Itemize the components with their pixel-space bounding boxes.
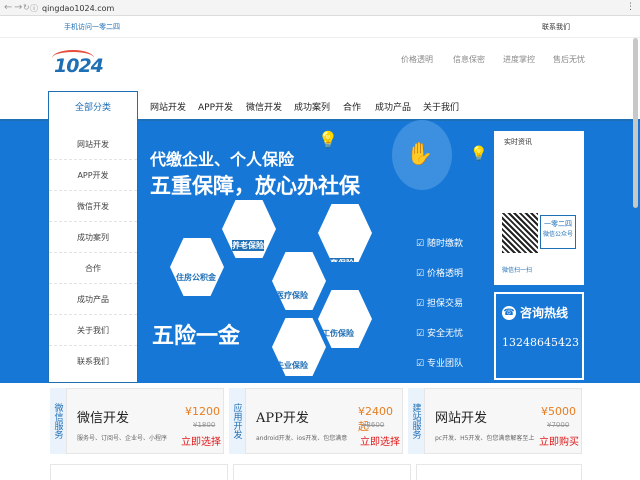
bottom-card-1 [50,464,228,480]
card-old-price: ¥7000 [547,421,570,429]
mobile-link[interactable]: 手机访问一零二四 [64,22,120,32]
logo[interactable]: 1024 [54,55,104,77]
card-subtitle: android开发、ios开发、包您满意 [256,435,348,442]
header-link-progress[interactable]: 进度掌控 [503,54,535,65]
category-item-wechat[interactable]: 微信开发 [49,191,137,222]
category-item-products[interactable]: 成功产品 [49,284,137,315]
card-subtitle: 服务号、订阅号、企业号、小程序 [77,435,168,442]
menu-item-cases[interactable]: 成功案列 [294,100,330,113]
hotline-panel[interactable]: ☎ 咨询热线 13248645423 [494,292,584,380]
category-item-app[interactable]: APP开发 [49,160,137,191]
menu-item-app[interactable]: APP开发 [198,100,233,113]
category-item-cooperation[interactable]: 合作 [49,253,137,284]
card-tag-wechat: 微信服务 [50,388,66,454]
lightbulb-icon-2: 💡 [470,146,488,162]
card-price: ¥2400起 [358,405,393,433]
category-item-contact[interactable]: 联系我们 [49,346,137,377]
check-icon: ☑ [416,269,427,279]
feature-item-3: ☑ 担保交易 [416,299,463,309]
card-buy-button[interactable]: 立即选择 [181,433,221,448]
qr-caption: 微信扫一扫 [502,267,533,274]
service-card-website[interactable]: 网站开发 ¥5000 ¥7000 pc开发、H5开发、包您满意解客至上 立即购买 [424,388,582,454]
all-categories-button[interactable]: 全部分类 [48,91,138,121]
bottom-row [0,462,640,480]
check-icon: ☑ [416,299,427,309]
card-tag-website: 建站服务 [408,388,424,454]
category-item-website[interactable]: 网站开发 [49,129,137,160]
reload-icon[interactable]: ↻ [23,3,30,12]
feature-item-4: ☑ 安全无忧 [416,329,463,339]
category-list: 网站开发 APP开发 微信开发 成功案列 合作 成功产品 关于我们 联系我们 [48,121,138,383]
contact-link[interactable]: 联系我们 [542,22,570,32]
card-tag-app: 应用开发 [229,388,245,454]
qr-code [502,213,538,253]
check-icon: ☑ [416,239,427,249]
menu-item-products[interactable]: 成功产品 [375,100,411,113]
header-link-aftersale[interactable]: 售后无忧 [553,54,585,65]
service-card-app[interactable]: APP开发 ¥2400起 ¥3600 android开发、ios开发、包您满意 … [245,388,403,454]
card-old-price: ¥3600 [362,421,385,429]
bottom-card-2 [233,464,411,480]
card-price: ¥1200 [185,405,220,418]
handshake-icon: ✋ [392,120,452,190]
bottom-card-3 [416,464,582,480]
menu-item-cooperation[interactable]: 合作 [343,100,361,113]
category-item-cases[interactable]: 成功案列 [49,222,137,253]
check-icon: ☑ [416,329,427,339]
header-link-price[interactable]: 价格透明 [401,54,433,65]
menu-item-wechat[interactable]: 微信开发 [246,100,282,113]
card-subtitle: pc开发、H5开发、包您满意解客至上 [435,435,535,442]
feature-item-1: ☑ 随时缴款 [416,239,463,249]
card-price: ¥5000 [541,405,576,418]
hotline-title: 咨询热线 [520,306,569,320]
category-item-about[interactable]: 关于我们 [49,315,137,346]
menu-icon[interactable]: ⋮ [626,2,635,12]
lightbulb-icon: 💡 [318,130,338,149]
feature-item-2: ☑ 价格透明 [416,269,463,279]
card-title: 网站开发 [435,411,488,426]
card-buy-button[interactable]: 立即购买 [539,433,579,448]
hotline-number[interactable]: 13248645423 [502,336,579,349]
menu-item-about[interactable]: 关于我们 [423,100,459,113]
promo-box: 一零二四 微信公众号 [540,215,576,249]
card-title: 微信开发 [77,411,130,426]
card-title: APP开发 [256,411,309,426]
forward-arrow-icon[interactable]: → [14,2,22,13]
banner-headline-2: 五重保障，放心办社保 [150,174,360,198]
info-icon: ⓘ [30,3,38,13]
url-text: qingdao1024.com [42,3,115,13]
news-panel: 实时资讯 一零二四 微信公众号 微信扫一扫 [494,131,584,285]
header-link-privacy[interactable]: 信息保密 [453,54,485,65]
menu-item-website[interactable]: 网站开发 [150,100,186,113]
back-arrow-icon[interactable]: ← [4,2,12,13]
scrollbar-thumb[interactable] [633,38,638,208]
address-bar[interactable]: ⓘ qingdao1024.com [30,2,630,14]
feature-item-5: ☑ 专业团队 [416,359,463,369]
news-title: 实时资讯 [504,138,532,146]
banner-headline-1: 代缴企业、个人保险 [150,150,295,169]
card-buy-button[interactable]: 立即选择 [360,433,400,448]
service-card-wechat[interactable]: 微信开发 ¥1200 ¥1800 服务号、订阅号、企业号、小程序 立即选择 [66,388,224,454]
banner-big-text: 五险一金 [152,324,241,349]
check-icon: ☑ [416,359,427,369]
phone-icon: ☎ [502,305,516,320]
card-old-price: ¥1800 [193,421,216,429]
